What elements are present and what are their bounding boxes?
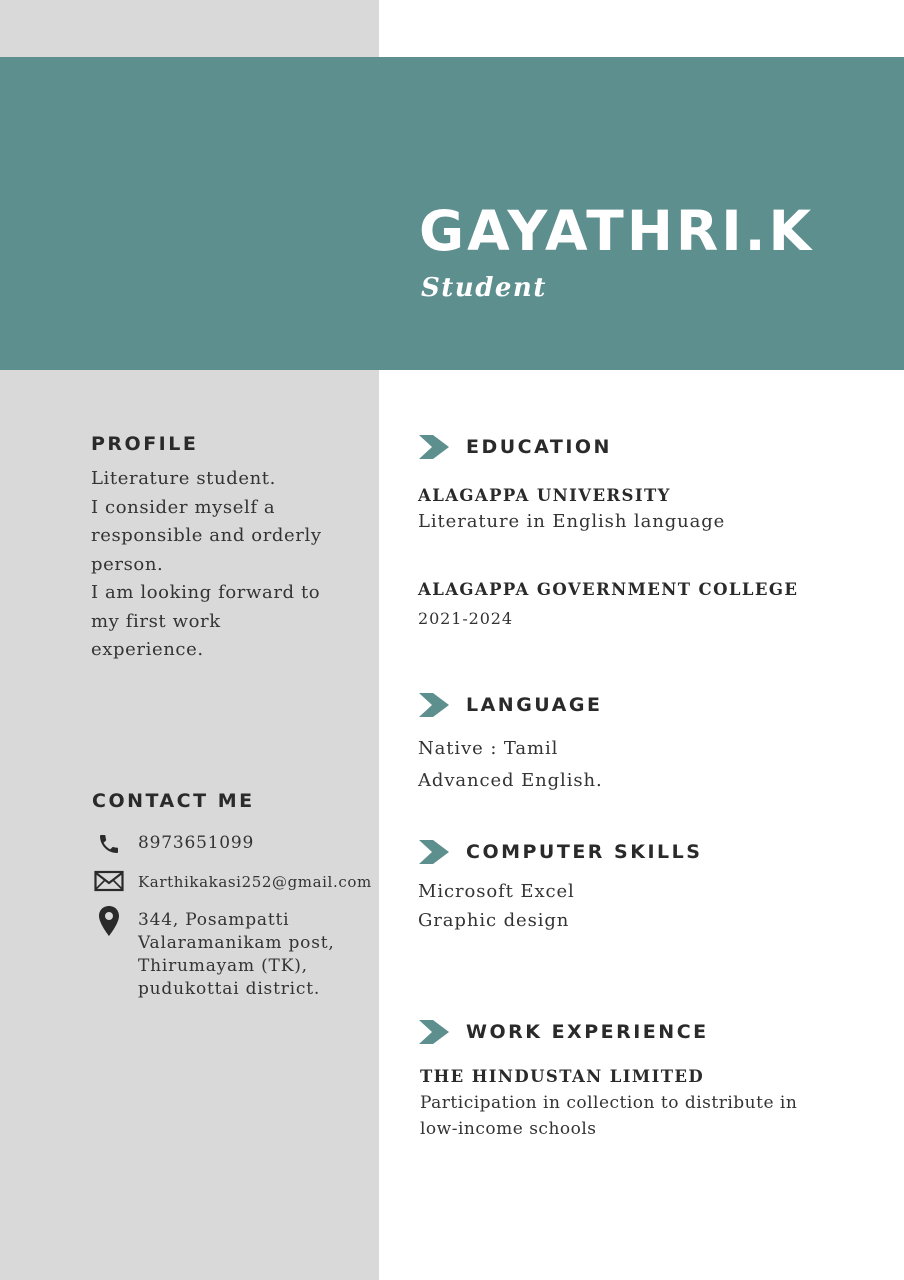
profile-line: my first work (91, 610, 221, 632)
work-description: Participation in collection to distribut… (420, 1090, 840, 1142)
profile-line: experience. (91, 639, 204, 660)
envelope-icon (92, 870, 126, 898)
phone-icon (92, 832, 126, 860)
education-heading: EDUCATION (466, 436, 612, 458)
phone-number[interactable]: 8973651099 (138, 832, 254, 855)
contact-phone-row: 8973651099 (92, 832, 254, 860)
contact-email-row: Karthikakasi252@gmail.com (92, 870, 372, 898)
chevron-right-icon (419, 435, 449, 459)
profile-summary: Literature student. I consider myself a … (91, 465, 341, 665)
profile-heading: PROFILE (91, 433, 199, 455)
education-entry-detail: 2021-2024 (418, 609, 513, 628)
chevron-right-icon (419, 840, 449, 864)
work-heading: WORK EXPERIENCE (466, 1021, 709, 1043)
postal-address: 344, Posampatti Valaramanikam post, Thir… (138, 909, 335, 1001)
skills-heading: COMPUTER SKILLS (466, 841, 703, 863)
contact-heading: CONTACT ME (92, 790, 255, 812)
profile-line: I consider myself a (91, 496, 276, 518)
chevron-right-icon (419, 1020, 449, 1044)
education-entry-detail: Literature in English language (418, 511, 726, 532)
address-line: pudukottai district. (138, 979, 321, 999)
language-section-header: LANGUAGE (419, 693, 602, 717)
education-entry-title: ALAGAPPA GOVERNMENT COLLEGE (418, 580, 799, 599)
email-address[interactable]: Karthikakasi252@gmail.com (138, 871, 372, 894)
profile-line: responsible and orderly (91, 525, 322, 546)
skill-item: Microsoft Excel (418, 881, 575, 902)
address-line: Valaramanikam post, (138, 933, 335, 953)
skills-section-header: COMPUTER SKILLS (419, 840, 702, 864)
work-company: THE HINDUSTAN LIMITED (420, 1067, 705, 1086)
education-section-header: EDUCATION (419, 435, 612, 459)
work-description-line: low-income schools (420, 1119, 597, 1139)
education-entry-title: ALAGAPPA UNIVERSITY (418, 486, 671, 505)
profile-line: person. (91, 553, 164, 575)
candidate-role: Student (421, 273, 547, 303)
contact-address-row: 344, Posampatti Valaramanikam post, Thir… (92, 906, 335, 1001)
language-item: Advanced English. (418, 770, 603, 791)
address-line: Thirumayam (TK), (138, 956, 308, 976)
work-description-line: Participation in collection to distribut… (420, 1093, 798, 1113)
candidate-name: GAYATHRI.K (419, 199, 815, 263)
address-line: 344, Posampatti (138, 910, 290, 930)
profile-line: Literature student. (91, 468, 276, 489)
language-heading: LANGUAGE (466, 694, 603, 716)
language-item: Native : Tamil (418, 738, 559, 759)
map-pin-icon (92, 906, 126, 938)
skill-item: Graphic design (418, 910, 570, 931)
chevron-right-icon (419, 693, 449, 717)
profile-line: I am looking forward to (91, 582, 321, 603)
work-section-header: WORK EXPERIENCE (419, 1020, 709, 1044)
